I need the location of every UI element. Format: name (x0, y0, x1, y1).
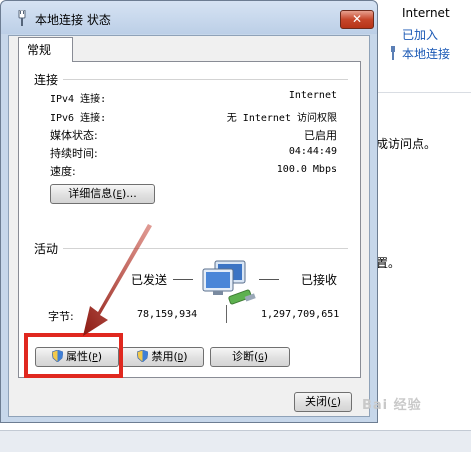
dialog-titlebar[interactable]: 本地连接 状态 ✕ (1, 1, 377, 34)
connection-section-divider (63, 79, 348, 80)
network-adapter-icon (18, 10, 26, 26)
speed-value: 100.0 Mbps (276, 164, 337, 175)
properties-highlight-box (24, 333, 123, 378)
joined-link[interactable]: 已加入 (402, 26, 438, 43)
diagnose-accelerator: G (258, 353, 264, 363)
disable-accelerator: D (177, 353, 184, 363)
dialog-title: 本地连接 状态 (35, 13, 111, 27)
details-button-label: 详细信息 (68, 187, 113, 200)
local-connection-link[interactable]: 本地连接 (388, 45, 450, 62)
media-state-label: 媒体状态: (50, 129, 98, 142)
uac-shield-icon (137, 350, 149, 362)
network-adapter-icon (391, 46, 395, 60)
close-window-button[interactable]: ✕ (340, 10, 374, 29)
sent-dash (173, 279, 193, 280)
activity-section-divider (63, 248, 348, 249)
background-status-strip (0, 430, 471, 452)
diagnose-button[interactable]: 诊断(G) (210, 347, 290, 367)
bytes-label: 字节: (48, 310, 74, 323)
bytes-sent-value: 78,159,934 (137, 309, 198, 320)
close-button[interactable]: 关闭(C) (294, 392, 352, 412)
details-accelerator: E (116, 190, 122, 200)
connection-section-title: 连接 (34, 73, 59, 87)
received-label: 已接收 (301, 273, 338, 287)
close-button-label: 关闭 (304, 395, 327, 408)
activity-section-title: 活动 (34, 242, 59, 256)
internet-label: Internet (402, 6, 450, 20)
duration-value: 04:44:49 (288, 146, 337, 157)
diagnose-button-label: 诊断 (231, 350, 254, 363)
close-icon: ✕ (351, 12, 363, 26)
disable-button-label: 禁用 (151, 350, 174, 363)
background-partial-text-1: 成访问点。 (376, 137, 437, 151)
ipv4-label: IPv4 连接: (50, 94, 107, 105)
bytes-received-value: 1,297,709,651 (261, 309, 340, 320)
ipv4-value: Internet (288, 90, 337, 101)
ipv6-value: 无 Internet 访问权限 (226, 113, 337, 124)
duration-label: 持续时间: (50, 147, 98, 160)
media-state-value: 已启用 (304, 129, 337, 142)
speed-label: 速度: (50, 165, 76, 178)
watermark-text: Bai 经验 (362, 398, 422, 413)
network-activity-icon (202, 260, 256, 305)
sent-label: 已发送 (131, 273, 168, 287)
disable-button[interactable]: 禁用(D) (121, 347, 204, 367)
details-button[interactable]: 详细信息(E)... (50, 184, 155, 204)
background-divider (376, 92, 471, 93)
ipv6-label: IPv6 连接: (50, 113, 107, 124)
background-partial-text-2: 置。 (376, 256, 401, 270)
close-accelerator: C (331, 398, 337, 408)
bytes-separator (226, 305, 227, 323)
background-network-info: Internet 已加入 本地连接 (376, 0, 471, 92)
received-dash (259, 279, 279, 280)
tab-general[interactable]: 常规 (18, 37, 73, 62)
local-connection-label: 本地连接 (402, 47, 451, 61)
